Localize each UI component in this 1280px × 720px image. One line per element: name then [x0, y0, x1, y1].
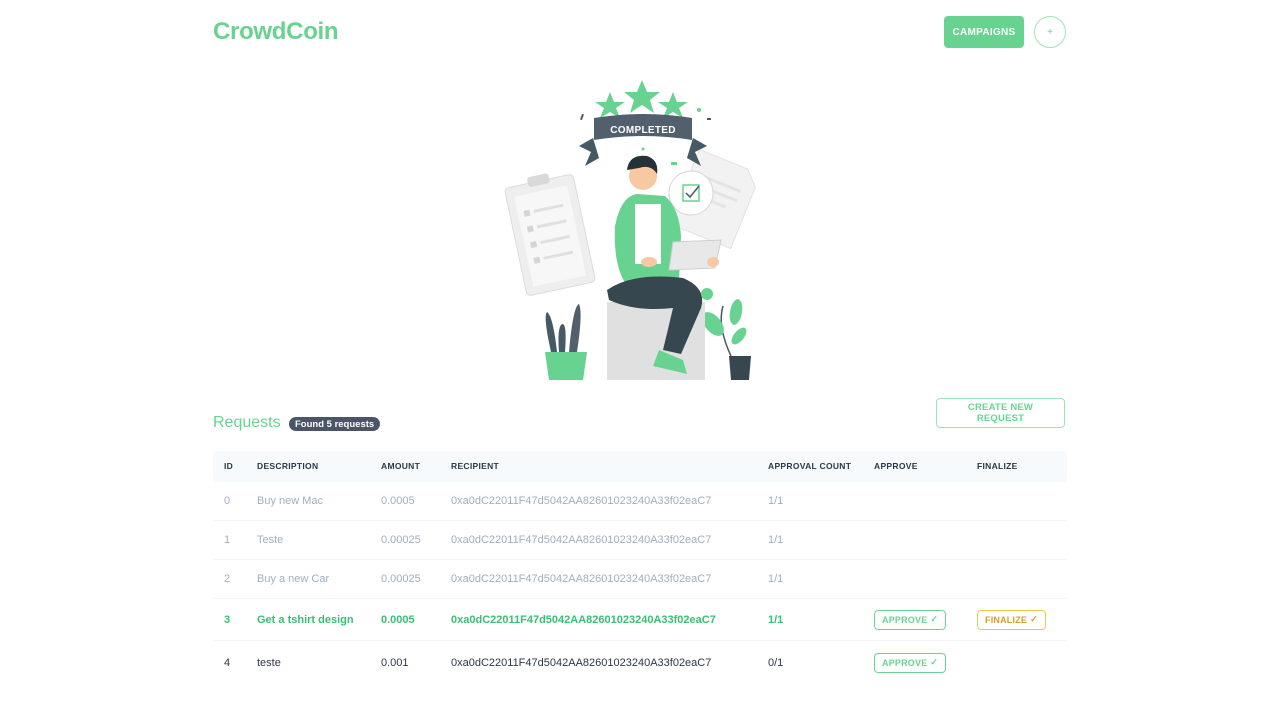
approve-label: APPROVE — [882, 657, 928, 668]
finalize-button[interactable]: FINALIZE ✓ — [977, 609, 1046, 630]
column-header-recipient: RECIPIENT — [451, 461, 500, 471]
requests-title: Requests — [213, 414, 281, 431]
requests-count-badge: Found 5 requests — [289, 417, 381, 431]
table-header: ID DESCRIPTION AMOUNT RECIPIENT APPROVAL… — [213, 451, 1067, 482]
cell-recipient: 0xa0dC22011F47d5042AA82601023240A33f02ea… — [451, 534, 712, 546]
column-header-id: ID — [224, 461, 234, 471]
app-logo[interactable]: CrowdCoin — [213, 18, 339, 46]
cell-description: Buy new Mac — [257, 495, 324, 507]
banner-text: COMPLETED — [610, 125, 675, 136]
cell-description: teste — [257, 656, 281, 669]
star-icon — [595, 80, 688, 118]
cell-id: 3 — [224, 613, 231, 626]
page-container: CrowdCoin CAMPAIGNS + COMPLETED Requests… — [213, 0, 1067, 720]
cell-approval-count: 1/1 — [768, 495, 784, 507]
approve-button[interactable]: APPROVE ✓ — [874, 609, 947, 630]
column-header-amount: AMOUNT — [381, 461, 421, 471]
cell-amount: 0.001 — [381, 656, 409, 669]
approve-cell: APPROVE ✓ — [874, 599, 947, 640]
table-row: 4 teste 0.001 0xa0dC22011F47d5042AA82601… — [213, 641, 1067, 684]
cell-amount: 0.0005 — [381, 495, 415, 507]
plus-icon: + — [1047, 26, 1053, 38]
approve-label: APPROVE — [882, 614, 928, 625]
table-row: 1 Teste 0.00025 0xa0dC22011F47d5042AA826… — [213, 521, 1067, 560]
cell-id: 4 — [224, 656, 231, 669]
column-header-approval-count: APPROVAL COUNT — [768, 461, 852, 471]
table-row: 3 Get a tshirt design 0.0005 0xa0dC22011… — [213, 599, 1067, 641]
clipboard-graphic — [504, 173, 596, 296]
cell-approval-count: 1/1 — [768, 573, 784, 585]
checkbox-icon — [668, 170, 714, 216]
table-row: 0 Buy new Mac 0.0005 0xa0dC22011F47d5042… — [213, 482, 1067, 521]
completed-illustration: COMPLETED — [504, 80, 756, 380]
finalize-label: FINALIZE — [985, 614, 1028, 625]
check-icon: ✓ — [930, 614, 939, 624]
check-icon: ✓ — [1030, 614, 1038, 624]
table-row: 2 Buy a new Car 0.00025 0xa0dC22011F47d5… — [213, 560, 1067, 599]
campaigns-button[interactable]: CAMPAIGNS — [944, 16, 1024, 48]
cell-description: Buy a new Car — [257, 573, 330, 585]
cell-description: Teste — [257, 534, 284, 546]
column-header-description: DESCRIPTION — [257, 461, 319, 471]
approve-cell: APPROVE ✓ — [874, 641, 947, 684]
cell-recipient: 0xa0dC22011F47d5042AA82601023240A33f02ea… — [451, 613, 716, 626]
check-icon: ✓ — [930, 657, 939, 667]
cell-approval-count: 1/1 — [768, 613, 784, 626]
cell-approval-count: 0/1 — [768, 656, 784, 669]
create-new-request-button[interactable]: CREATE NEW REQUEST — [936, 398, 1065, 428]
column-header-approve: APPROVE — [874, 461, 918, 471]
cell-amount: 0.00025 — [381, 573, 421, 585]
create-campaign-button[interactable]: + — [1034, 16, 1066, 48]
cell-amount: 0.00025 — [381, 534, 421, 546]
cactus-plant — [545, 304, 587, 380]
requests-table: ID DESCRIPTION AMOUNT RECIPIENT APPROVAL… — [213, 451, 1067, 684]
column-header-finalize: FINALIZE — [977, 461, 1018, 471]
cell-id: 0 — [224, 495, 231, 507]
cell-amount: 0.0005 — [381, 613, 415, 626]
cell-description: Get a tshirt design — [257, 613, 354, 626]
cell-recipient: 0xa0dC22011F47d5042AA82601023240A33f02ea… — [451, 495, 712, 507]
approve-button[interactable]: APPROVE ✓ — [874, 652, 947, 673]
cell-id: 2 — [224, 573, 231, 585]
cell-approval-count: 1/1 — [768, 534, 784, 546]
cell-id: 1 — [224, 534, 231, 546]
cell-recipient: 0xa0dC22011F47d5042AA82601023240A33f02ea… — [451, 573, 712, 585]
finalize-cell: FINALIZE ✓ — [977, 599, 1046, 640]
leaf-plant — [702, 299, 751, 380]
cell-recipient: 0xa0dC22011F47d5042AA82601023240A33f02ea… — [451, 656, 712, 669]
